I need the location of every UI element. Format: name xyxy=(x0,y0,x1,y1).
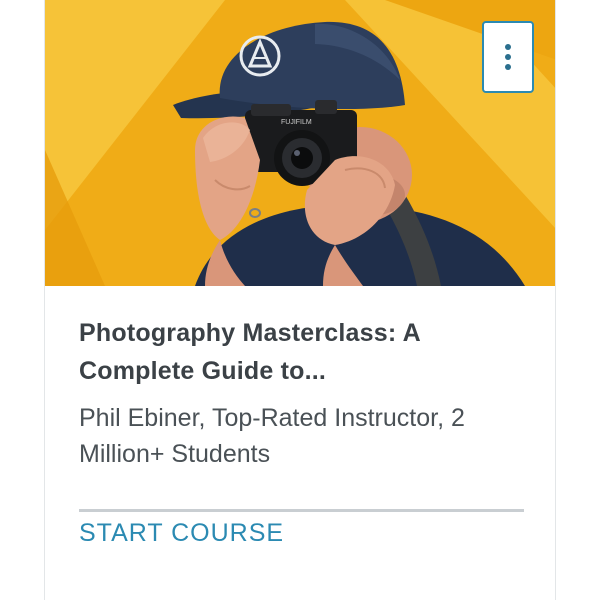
course-card[interactable]: FUJIFILM Photography Masterclass: A Comp… xyxy=(44,0,556,600)
course-card-body: Photography Masterclass: A Complete Guid… xyxy=(79,314,529,472)
course-title[interactable]: Photography Masterclass: A Complete Guid… xyxy=(79,314,529,390)
progress-divider xyxy=(79,509,524,512)
course-instructor: Phil Ebiner, Top-Rated Instructor, 2 Mil… xyxy=(79,404,465,468)
course-options-button[interactable] xyxy=(482,21,534,93)
course-thumbnail[interactable]: FUJIFILM xyxy=(45,0,555,286)
camera-brand-text: FUJIFILM xyxy=(281,119,312,126)
course-thumbnail-image: FUJIFILM xyxy=(45,0,555,286)
kebab-vertical-icon xyxy=(505,44,511,70)
start-course-button[interactable]: START COURSE xyxy=(79,515,284,551)
